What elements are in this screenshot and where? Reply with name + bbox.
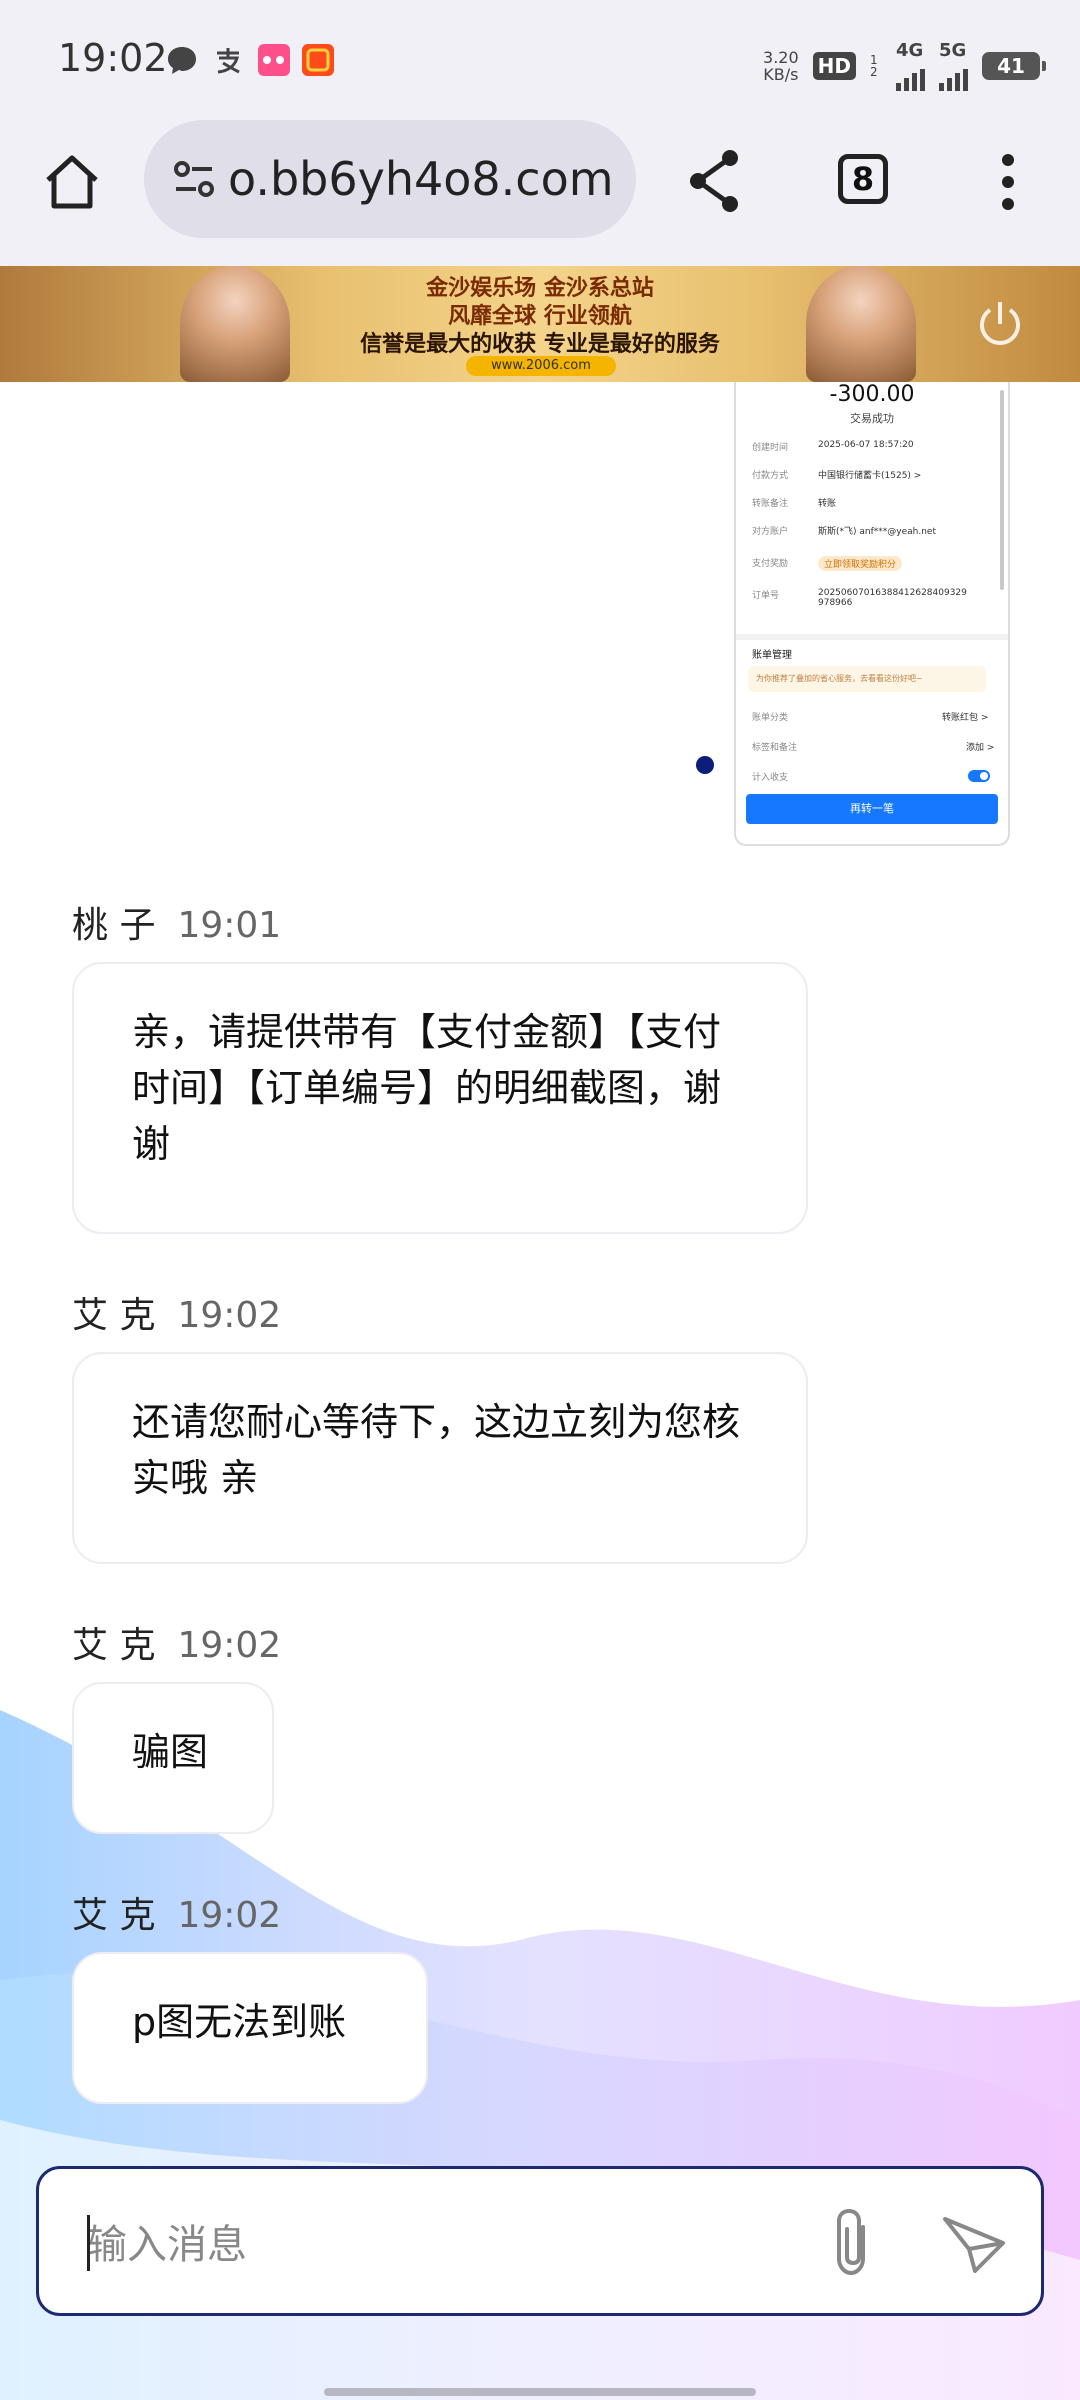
receipt-tip: 为你推荐了叠加的省心服务，去看看这份好吧~ bbox=[748, 666, 986, 692]
hd-label: HD bbox=[817, 53, 851, 78]
message-time: 19:02 bbox=[177, 1625, 282, 1666]
sender-name: 桃 子 bbox=[72, 905, 156, 946]
status-indicators: 3.20 KB/s HD 1 2 4G 5G 41 bbox=[763, 40, 1046, 91]
receipt-value: 斯斯(*飞) anf***@yeah.net bbox=[818, 527, 936, 537]
tab-count: 8 bbox=[851, 160, 875, 198]
hd-badge: HD bbox=[812, 51, 856, 80]
power-icon[interactable] bbox=[972, 296, 1028, 352]
receipt-screenshot[interactable]: -300.00 交易成功 创建时间 2025-06-07 18:57:20 付款方… bbox=[734, 382, 1010, 846]
ad-url: www.2006.com bbox=[466, 356, 616, 376]
receipt-key: 转账备注 bbox=[752, 499, 789, 509]
net1-label: 4G bbox=[896, 40, 924, 61]
message-sender: 艾 克 19:02 bbox=[72, 1286, 281, 1338]
net-speed-value: 3.20 bbox=[763, 47, 799, 67]
sender-name: 艾 克 bbox=[72, 1295, 156, 1336]
paperclip-icon[interactable] bbox=[823, 2207, 883, 2279]
include-toggle bbox=[968, 770, 990, 782]
reward-pill: 立即领取奖励积分 bbox=[818, 556, 903, 571]
receipt-key: 订单号 bbox=[752, 591, 780, 601]
taobao-icon bbox=[302, 44, 334, 76]
receipt-value: 中国银行储蓄卡(1525) > bbox=[818, 471, 922, 481]
lolo-icon bbox=[258, 44, 290, 76]
message-time: 19:01 bbox=[177, 905, 282, 946]
signal-5g: 5G bbox=[939, 40, 968, 91]
message-sender: 艾 克 19:02 bbox=[72, 1616, 281, 1668]
indicator-dot bbox=[696, 756, 714, 774]
site-settings-icon[interactable] bbox=[168, 153, 220, 205]
ad-line3: 信誉是最大的收获 专业是最好的服务 bbox=[360, 331, 720, 357]
receipt-value: 2025-06-07 18:57:20 bbox=[818, 440, 914, 450]
text-caret bbox=[87, 2215, 90, 2271]
message-icon bbox=[166, 44, 198, 76]
message-sender: 艾 克 19:02 bbox=[72, 1886, 281, 1938]
url-text: o.bb6yh4o8.com bbox=[228, 152, 614, 206]
divider bbox=[736, 634, 1008, 640]
status-bar: 19:02 3.20 KB/s HD 1 2 4G 5G 41 bbox=[0, 0, 1080, 118]
battery-icon: 41 bbox=[982, 51, 1046, 80]
net-speed-unit: KB/s bbox=[763, 64, 799, 84]
alipay-icon bbox=[212, 44, 244, 76]
address-bar[interactable]: o.bb6yh4o8.com bbox=[144, 120, 636, 238]
receipt-status: 交易成功 bbox=[850, 412, 894, 425]
more-menu-icon[interactable] bbox=[996, 150, 1020, 214]
signal-icon bbox=[939, 61, 968, 91]
message-time: 19:02 bbox=[177, 1895, 282, 1936]
receipt-value: 20250607016388412628409329978966 bbox=[818, 588, 967, 608]
receipt-key: 对方账户 bbox=[752, 527, 789, 537]
message-composer bbox=[36, 2166, 1044, 2316]
sender-name: 艾 克 bbox=[72, 1895, 156, 1936]
battery-level: 41 bbox=[997, 53, 1025, 78]
message-input[interactable] bbox=[85, 2211, 809, 2279]
share-icon[interactable] bbox=[684, 146, 746, 216]
sender-name: 艾 克 bbox=[72, 1625, 156, 1666]
net2-label: 5G bbox=[939, 40, 967, 61]
message-sender: 桃 子 19:01 bbox=[72, 896, 281, 948]
receipt-section-title: 账单管理 bbox=[752, 650, 792, 661]
receipt-value: 转账 bbox=[818, 499, 837, 509]
message-bubble: 骗图 bbox=[72, 1682, 274, 1834]
receipt-key: 计入收支 bbox=[752, 773, 789, 783]
receipt-key: 账单分类 bbox=[752, 713, 789, 723]
message-bubble: 亲，请提供带有【支付金额】【支付时间】【订单编号】的明细截图，谢谢 bbox=[72, 962, 808, 1234]
receipt-key: 创建时间 bbox=[752, 443, 789, 453]
message-bubble: 还请您耐心等待下，这边立刻为您核实哦 亲 bbox=[72, 1352, 808, 1564]
gesture-bar[interactable] bbox=[324, 2388, 756, 2396]
receipt-key: 标签和备注 bbox=[752, 743, 798, 753]
tab-switcher-button[interactable]: 8 bbox=[838, 154, 888, 204]
signal-4g: 4G bbox=[896, 40, 925, 91]
status-time: 19:02 bbox=[58, 36, 168, 80]
receipt-value: 转账红包 > bbox=[942, 713, 989, 723]
net-speed: 3.20 KB/s bbox=[763, 49, 799, 83]
receipt-key: 付款方式 bbox=[752, 471, 789, 481]
signal-icon bbox=[896, 61, 925, 91]
receipt-amount: -300.00 bbox=[829, 382, 915, 407]
ad-banner[interactable]: 金沙娱乐场 金沙系总站 风靡全球 行业领航 信誉是最大的收获 专业是最好的服务 … bbox=[0, 266, 1080, 382]
receipt-value: 添加 > bbox=[966, 743, 995, 753]
home-icon[interactable] bbox=[40, 150, 104, 214]
message-bubble: p图无法到账 bbox=[72, 1952, 428, 2104]
browser-toolbar: o.bb6yh4o8.com 8 bbox=[0, 118, 1080, 266]
message-time: 19:02 bbox=[177, 1295, 282, 1336]
send-icon[interactable] bbox=[939, 2209, 1009, 2279]
receipt-transfer-again-button: 再转一笔 bbox=[746, 794, 998, 824]
receipt-value: 立即领取奖励积分 bbox=[818, 556, 998, 571]
receipt-key: 支付奖励 bbox=[752, 559, 789, 569]
hd-sub: 1 2 bbox=[870, 52, 878, 79]
